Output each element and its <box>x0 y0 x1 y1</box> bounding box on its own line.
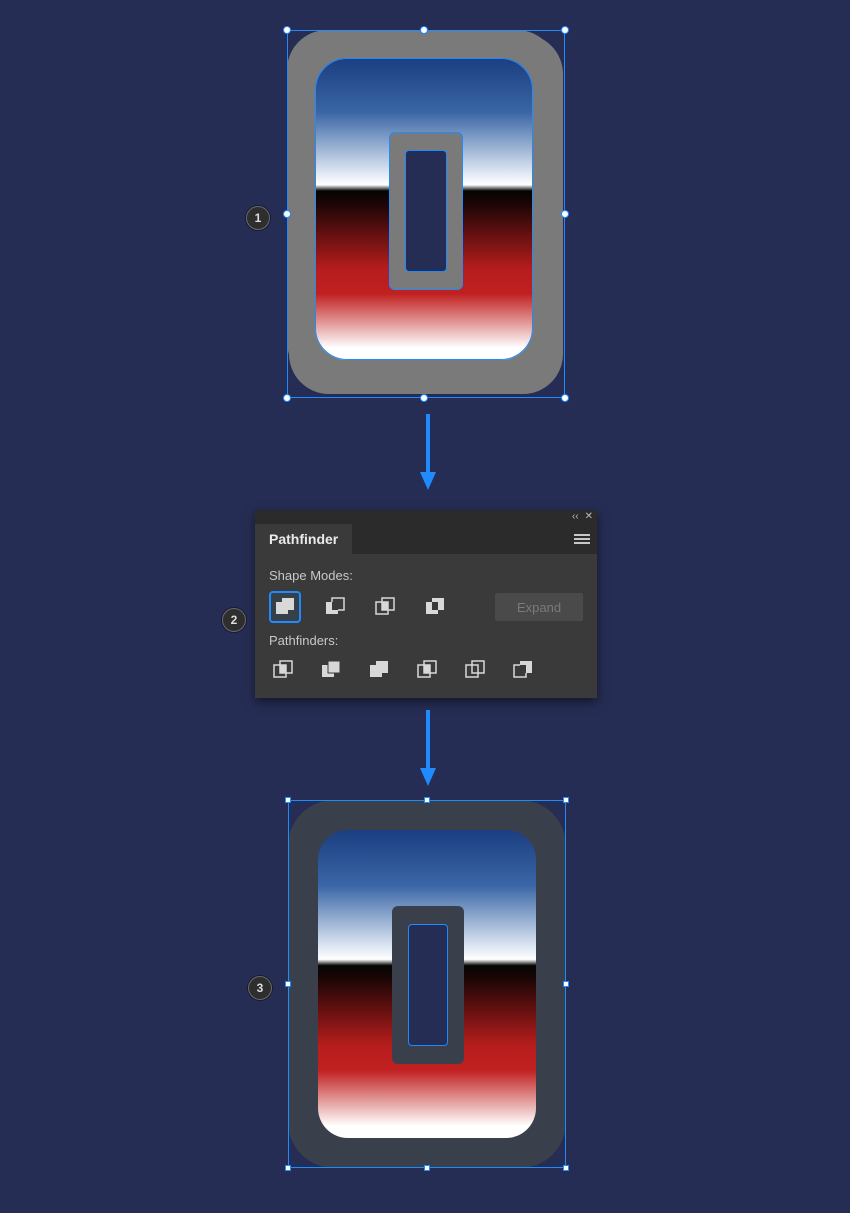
selection-bounding-box[interactable] <box>288 800 566 1168</box>
shape-modes-label: Shape Modes: <box>269 568 583 583</box>
tab-spacer <box>353 524 567 554</box>
flow-arrow-icon <box>420 708 428 786</box>
pathfinder-outline-button[interactable] <box>461 656 489 684</box>
pathfinder-trim-button[interactable] <box>317 656 345 684</box>
expand-button-label: Expand <box>517 600 561 615</box>
pathfinders-row <box>269 656 583 684</box>
resize-handle[interactable] <box>283 394 291 402</box>
shape-mode-exclude-button[interactable] <box>419 591 451 623</box>
pathfinder-crop-button[interactable] <box>413 656 441 684</box>
resize-handle[interactable] <box>285 981 291 987</box>
resize-handle[interactable] <box>283 210 291 218</box>
shape-mode-unite-button[interactable] <box>269 591 301 623</box>
close-icon[interactable]: ✕ <box>585 512 593 522</box>
shape-mode-intersect-button[interactable] <box>369 591 401 623</box>
resize-handle[interactable] <box>563 797 569 803</box>
step-number: 2 <box>231 613 238 627</box>
resize-handle[interactable] <box>561 210 569 218</box>
step1-artwork <box>287 30 565 398</box>
tab-pathfinder[interactable]: Pathfinder <box>255 524 353 554</box>
panel-flyout-menu-button[interactable] <box>567 524 597 554</box>
collapse-icon[interactable]: ‹‹ <box>572 512 579 522</box>
resize-handle[interactable] <box>420 26 428 34</box>
resize-handle[interactable] <box>563 981 569 987</box>
resize-handle[interactable] <box>285 797 291 803</box>
selection-counter-path <box>389 132 463 290</box>
resize-handle[interactable] <box>283 26 291 34</box>
step3-artwork <box>288 800 566 1168</box>
pathfinder-panel: ‹‹ ✕ Pathfinder Shape Modes: <box>255 510 597 698</box>
pathfinder-merge-button[interactable] <box>365 656 393 684</box>
pathfinder-divide-button[interactable] <box>269 656 297 684</box>
step-badge-3: 3 <box>248 976 272 1000</box>
step-number: 1 <box>255 211 262 225</box>
expand-button[interactable]: Expand <box>495 593 583 621</box>
panel-body: Shape Modes: <box>255 554 597 698</box>
panel-tabs: Pathfinder <box>255 524 597 554</box>
flow-arrow-icon <box>420 412 428 490</box>
panel-topbar: ‹‹ ✕ <box>255 510 597 524</box>
tab-label: Pathfinder <box>269 531 338 547</box>
resize-handle[interactable] <box>424 1165 430 1171</box>
step-badge-2: 2 <box>222 608 246 632</box>
resize-handle[interactable] <box>424 797 430 803</box>
resize-handle[interactable] <box>420 394 428 402</box>
shape-modes-row: Expand <box>269 591 583 623</box>
pathfinder-minus-back-button[interactable] <box>509 656 537 684</box>
resize-handle[interactable] <box>561 394 569 402</box>
resize-handle[interactable] <box>563 1165 569 1171</box>
pathfinders-label: Pathfinders: <box>269 633 583 648</box>
resize-handle[interactable] <box>285 1165 291 1171</box>
resize-handle[interactable] <box>561 26 569 34</box>
step-badge-1: 1 <box>246 206 270 230</box>
shape-mode-minus-front-button[interactable] <box>319 591 351 623</box>
step-number: 3 <box>257 981 264 995</box>
